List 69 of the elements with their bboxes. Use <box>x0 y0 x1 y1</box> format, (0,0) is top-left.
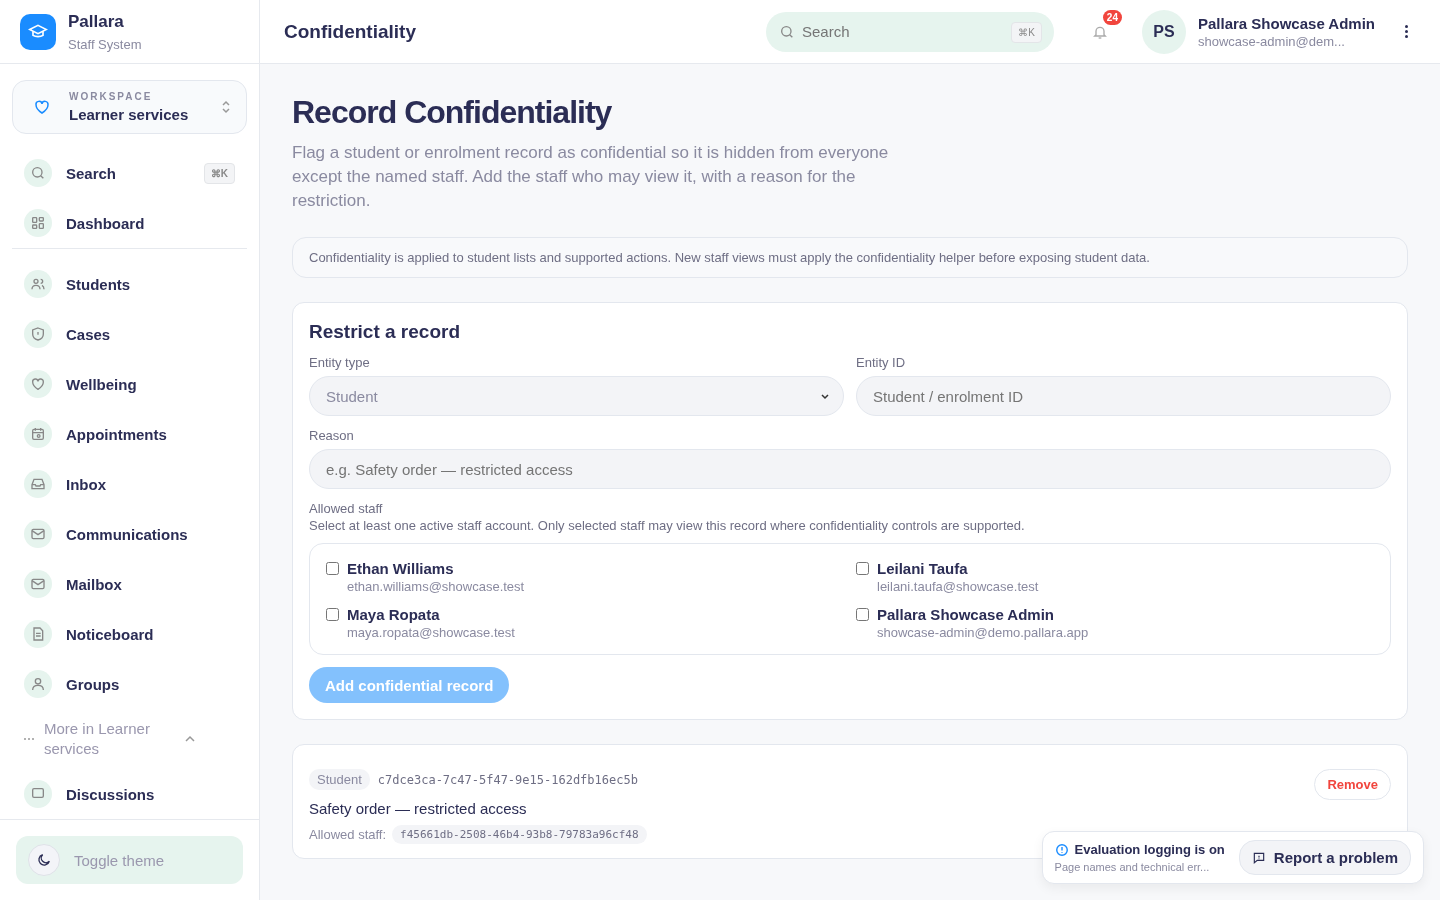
search-icon <box>24 159 52 187</box>
header-title: Confidentiality <box>284 20 417 43</box>
doc-icon <box>24 620 52 648</box>
staff-checkbox[interactable] <box>856 608 869 621</box>
nav-item[interactable]: Dashboard <box>12 198 247 248</box>
nav-item[interactable]: Search ⌘K <box>12 148 247 198</box>
entity-type-tag: Student <box>309 769 370 790</box>
shortcut-key: ⌘K <box>203 162 235 184</box>
nav-item[interactable]: Cases <box>12 309 247 359</box>
message-icon <box>1251 850 1266 865</box>
nav-item[interactable]: Noticeboard <box>12 609 247 659</box>
page-description: Flag a student or enrolment record as confidential so it is hidden from everyone except the named staff. Add the staff who may view it, with a reason for the restriction. <box>292 142 890 212</box>
workspace-switcher[interactable]: WORKSPACE Learner services <box>12 80 247 134</box>
search-icon <box>779 23 795 40</box>
nav-item[interactable]: Communications <box>12 509 247 559</box>
nav-item[interactable]: Mailbox <box>12 559 247 609</box>
chevron-updown-icon <box>220 98 232 116</box>
moon-icon <box>28 844 60 876</box>
notification-count: 24 <box>1102 9 1122 25</box>
field-label: Reason <box>309 428 355 443</box>
staff-id-chip: f45661db-2508-46b4-93b8-79783a96cf48 <box>392 825 647 844</box>
nav-item[interactable]: Groups <box>12 659 247 709</box>
mail-icon <box>24 520 52 548</box>
staff-name: Maya Ropata <box>347 606 441 623</box>
nav-item[interactable]: Inbox <box>12 459 247 509</box>
mail-icon <box>24 570 52 598</box>
staff-email: showcase-admin@demo.pallara.app <box>877 625 1089 640</box>
staff-email: maya.ropata@showcase.test <box>347 625 515 640</box>
user-name: Pallara Showcase Admin <box>1198 14 1375 32</box>
students-icon <box>24 270 52 298</box>
nav-item[interactable]: Discussions <box>12 769 247 819</box>
staff-name: Ethan Williams <box>347 560 455 577</box>
page-title: Record Confidentiality <box>292 94 613 131</box>
field-label: Entity ID <box>856 355 907 370</box>
form-title: Restrict a record <box>309 321 461 343</box>
staff-email: leilani.taufa@showcase.test <box>877 579 1039 594</box>
field-label: Allowed staff <box>309 501 384 516</box>
field-hint: Select at least one active staff account. Only selected staff may view this record where confidentiality controls are supported. <box>309 518 1026 533</box>
staff-checkbox[interactable] <box>326 562 339 575</box>
shortcut-key: ⌘K <box>1011 21 1042 43</box>
staff-email: ethan.williams@showcase.test <box>347 579 525 594</box>
user-email: showcase-admin@dem... <box>1198 33 1346 49</box>
grid-icon <box>24 209 52 237</box>
heart-icon <box>33 98 51 116</box>
banner-title: Evaluation logging is on <box>1074 842 1225 857</box>
staff-name: Pallara Showcase Admin <box>877 606 1055 623</box>
entity-id-field[interactable]: Student / enrolment ID <box>856 376 1391 416</box>
field-label: Entity type <box>309 355 371 370</box>
nav-item[interactable]: Appointments <box>12 409 247 459</box>
nav-item[interactable]: Students <box>12 259 247 309</box>
staff-checkbox[interactable] <box>326 608 339 621</box>
nav-item[interactable]: Wellbeing <box>12 359 247 409</box>
staff-checkbox[interactable] <box>856 562 869 575</box>
graduation-cap-logo <box>20 13 56 50</box>
reason-field[interactable]: e.g. Safety order — restricted access <box>309 449 1391 489</box>
banner-detail: Page names and technical err... <box>1054 861 1211 873</box>
info-icon <box>1054 842 1069 857</box>
brand-subtitle: Staff System <box>68 36 142 52</box>
person-icon <box>24 670 52 698</box>
calendar-icon <box>24 420 52 448</box>
allowed-staff-label: Allowed staff: <box>309 827 387 842</box>
brand-name: Pallara <box>68 11 125 32</box>
report-problem-button[interactable]: Report a problem <box>1238 840 1411 875</box>
record-reason: Safety order — restricted access <box>309 800 528 817</box>
inbox-icon <box>24 470 52 498</box>
record-id: c7dce3ca-7c47-5f47-9e15-162dfb16ec5b <box>377 772 639 787</box>
staff-name: Leilani Taufa <box>877 560 969 577</box>
info-notice: Confidentiality is applied to student lists and supported actions. New staff views must apply the confidentiality helper before exposing student data. <box>292 237 1408 278</box>
user-avatar: PS <box>1142 9 1186 54</box>
